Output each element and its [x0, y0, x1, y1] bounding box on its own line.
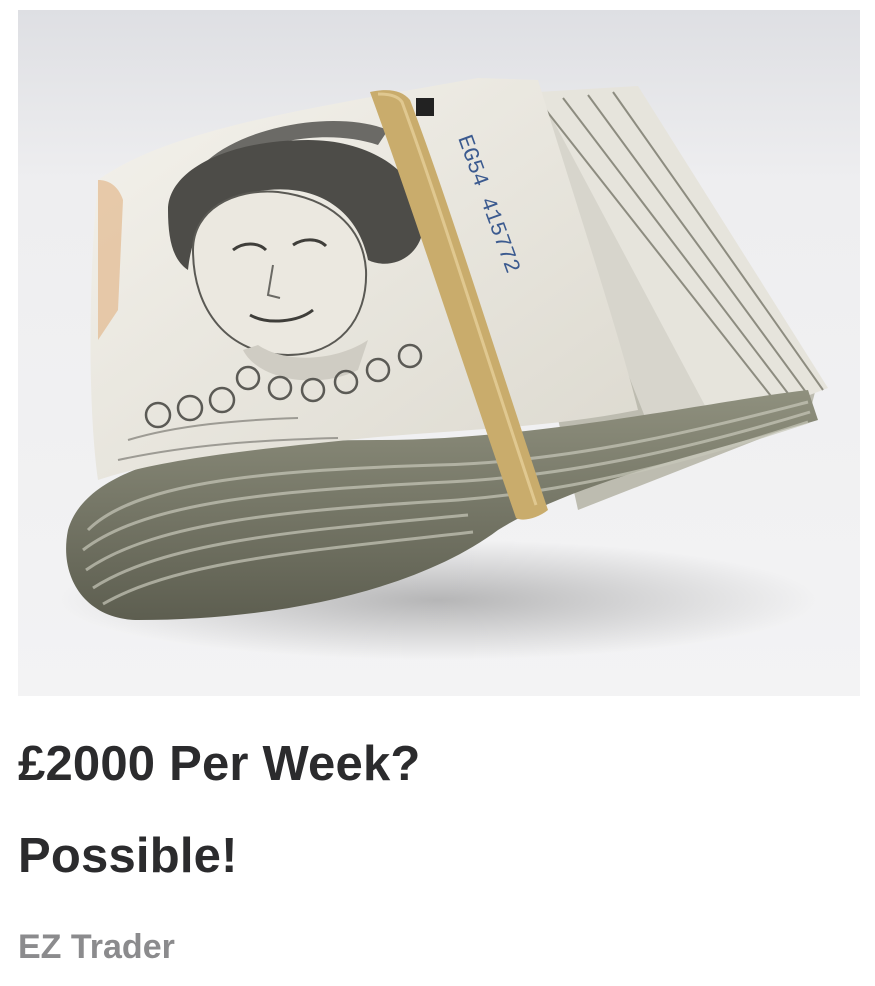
- denomination-badge-icon: [416, 98, 434, 116]
- ad-image-banknotes[interactable]: EG54 415772: [18, 10, 860, 696]
- banknotes-bundle-icon: EG54 415772: [18, 10, 860, 696]
- ad-headline-line-1[interactable]: £2000 Per Week?: [18, 718, 838, 810]
- sponsored-ad-card[interactable]: EG54 415772 £2000 Per Week? Possible! EZ…: [0, 0, 875, 986]
- ad-headline-line-2[interactable]: Possible!: [18, 810, 838, 902]
- ad-headline[interactable]: £2000 Per Week? Possible!: [18, 718, 838, 902]
- ad-source-label[interactable]: EZ Trader: [18, 926, 175, 968]
